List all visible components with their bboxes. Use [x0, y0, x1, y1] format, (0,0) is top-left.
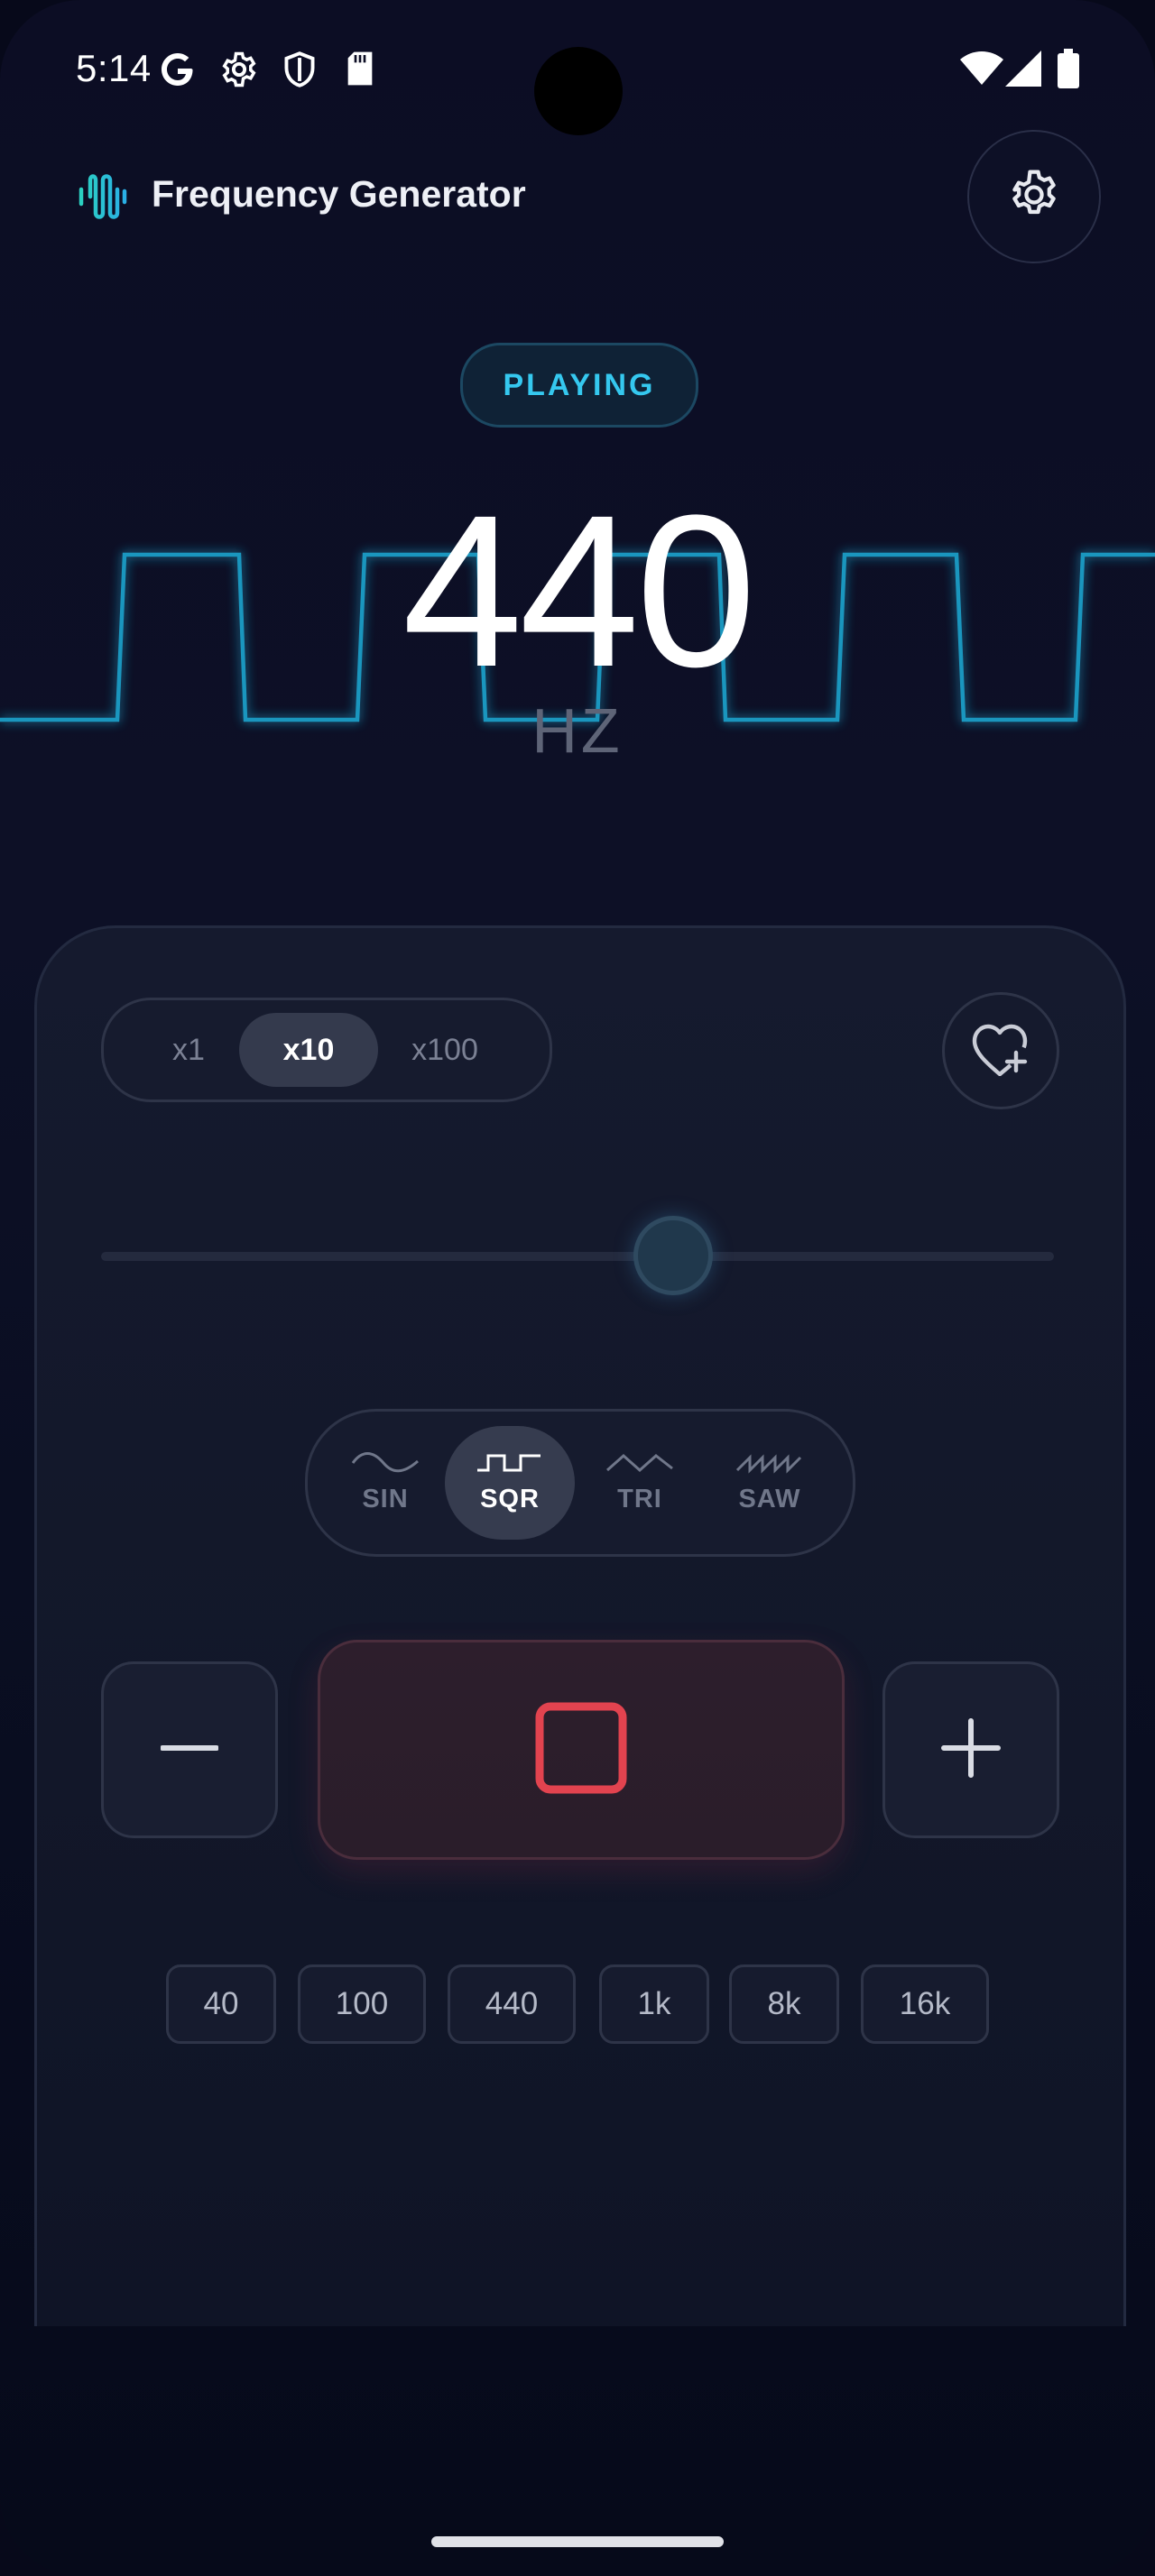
heart-plus-icon	[971, 1022, 1030, 1081]
front-camera	[534, 47, 623, 135]
waveform-option-sqr[interactable]: SQR	[445, 1426, 575, 1540]
sine-wave-icon	[351, 1451, 419, 1472]
waveform-option-sin[interactable]: SIN	[320, 1426, 450, 1540]
sawtooth-wave-icon	[735, 1453, 802, 1474]
waveform-option-tri[interactable]: TRI	[575, 1426, 705, 1540]
triangle-wave-icon	[606, 1453, 673, 1472]
status-time: 5:14	[76, 47, 152, 89]
multiplier-x100[interactable]: x100	[387, 1013, 503, 1087]
waveform-label-tri: TRI	[617, 1484, 662, 1513]
frequency-value: 440	[402, 470, 756, 712]
preset-button-100[interactable]: 100	[298, 1964, 426, 2044]
waveform-selector: SIN SQR TRI SAW	[305, 1409, 855, 1557]
waveform-icon	[78, 170, 128, 224]
preset-button-40[interactable]: 40	[166, 1964, 276, 2044]
google-g-icon	[159, 51, 197, 93]
wifi-icon	[960, 51, 1003, 91]
preset-button-16k[interactable]: 16k	[861, 1964, 989, 2044]
multiplier-x1[interactable]: x1	[147, 1013, 230, 1087]
app-screen: 5:14 Frequency Generator PLAYING 440 HZ …	[0, 0, 1155, 2576]
sd-card-icon	[345, 51, 375, 91]
preset-button-1k[interactable]: 1k	[599, 1964, 709, 2044]
multiplier-selector: x1 x10 x100	[101, 998, 552, 1102]
multiplier-x10[interactable]: x10	[239, 1013, 378, 1087]
minus-icon	[160, 1719, 219, 1781]
settings-button[interactable]	[967, 130, 1101, 263]
preset-button-8k[interactable]: 8k	[729, 1964, 839, 2044]
waveform-option-saw[interactable]: SAW	[705, 1426, 835, 1540]
frequency-slider-thumb[interactable]	[633, 1216, 713, 1295]
preset-button-440[interactable]: 440	[448, 1964, 576, 2044]
frequency-unit: HZ	[531, 695, 624, 766]
control-panel	[34, 925, 1126, 2326]
signal-icon	[1005, 51, 1041, 91]
square-wave-icon	[477, 1454, 541, 1471]
shield-icon	[282, 51, 318, 93]
increase-frequency-button[interactable]	[882, 1661, 1059, 1838]
add-favorite-button[interactable]	[942, 992, 1059, 1109]
status-bar: 5:14	[0, 0, 1155, 135]
home-indicator[interactable]	[431, 2536, 724, 2547]
playing-status-badge: PLAYING	[460, 343, 698, 428]
battery-icon	[1058, 49, 1079, 93]
decrease-frequency-button[interactable]	[101, 1661, 278, 1838]
frequency-slider-track[interactable]	[101, 1252, 1054, 1261]
waveform-label-sqr: SQR	[480, 1484, 540, 1513]
waveform-label-saw: SAW	[738, 1484, 801, 1513]
gear-icon	[1005, 166, 1063, 228]
waveform-label-sin: SIN	[362, 1484, 409, 1513]
plus-icon	[940, 1717, 1002, 1783]
app-title: Frequency Generator	[152, 173, 526, 215]
gear-icon	[220, 51, 258, 93]
stop-button[interactable]	[318, 1640, 845, 1860]
stop-icon	[534, 1701, 628, 1799]
